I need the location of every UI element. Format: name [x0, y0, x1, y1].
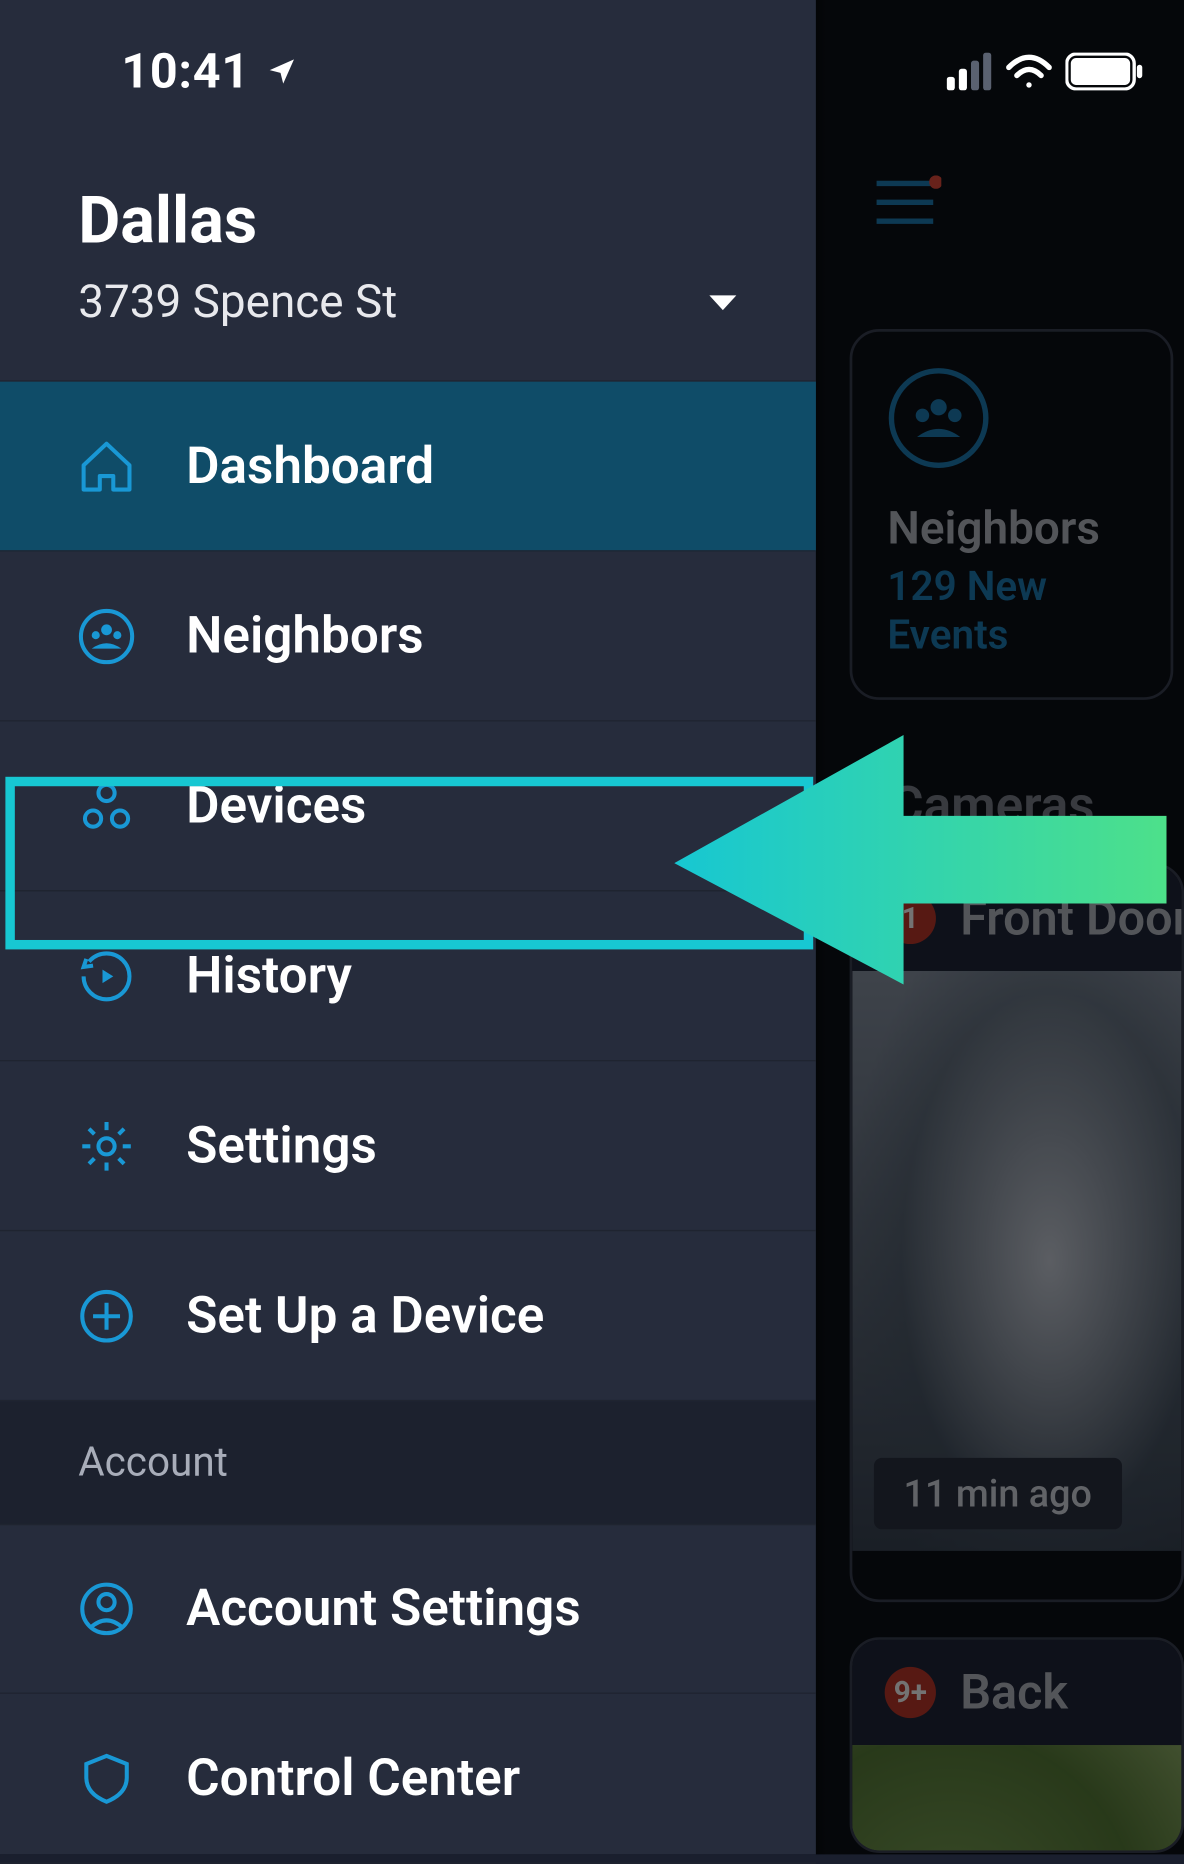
location-address: 3739 Spence St: [78, 275, 397, 329]
user-icon: [78, 1581, 135, 1638]
chevron-down-icon: [708, 293, 738, 312]
menu-label: Dashboard: [186, 436, 434, 495]
status-time: 10:41: [121, 42, 249, 99]
drawer-shadow: [816, 0, 827, 1854]
menu-item-dashboard[interactable]: Dashboard: [0, 382, 816, 552]
menu-item-settings[interactable]: Settings: [0, 1061, 816, 1231]
menu-label: Devices: [186, 776, 366, 835]
menu-item-control-center[interactable]: Control Center: [0, 1694, 816, 1864]
menu-item-neighbors[interactable]: Neighbors: [0, 552, 816, 722]
gear-icon: [78, 1117, 135, 1174]
shield-icon: [78, 1750, 135, 1807]
menu-label: Set Up a Device: [186, 1286, 544, 1345]
battery-icon: [1065, 52, 1143, 90]
location-name: Dallas: [78, 182, 737, 259]
menu-label: Settings: [186, 1116, 377, 1175]
people-icon: [78, 608, 135, 665]
location-selector[interactable]: Dallas 3739 Spence St: [0, 142, 816, 381]
home-icon: [78, 438, 135, 495]
wifi-icon: [1006, 52, 1052, 90]
cellular-signal-icon: [947, 52, 993, 90]
plus-circle-icon: [78, 1287, 135, 1344]
status-bar: 10:41: [0, 0, 1184, 142]
account-section-header: Account: [0, 1401, 816, 1524]
side-menu-drawer: Dallas 3739 Spence St Dashboard: [0, 0, 816, 1854]
menu-label: History: [186, 946, 352, 1005]
menu-item-setup-device[interactable]: Set Up a Device: [0, 1231, 816, 1401]
menu-label: Neighbors: [186, 606, 424, 665]
history-icon: [78, 947, 135, 1004]
menu-item-account-settings[interactable]: Account Settings: [0, 1524, 816, 1694]
menu-list: Dashboard Neighbors: [0, 380, 816, 1401]
devices-icon: [78, 777, 135, 834]
menu-label: Control Center: [186, 1748, 520, 1807]
menu-label: Account Settings: [186, 1579, 581, 1638]
menu-item-history[interactable]: History: [0, 891, 816, 1061]
menu-item-devices[interactable]: Devices: [0, 722, 816, 892]
location-arrow-icon: [266, 55, 298, 87]
